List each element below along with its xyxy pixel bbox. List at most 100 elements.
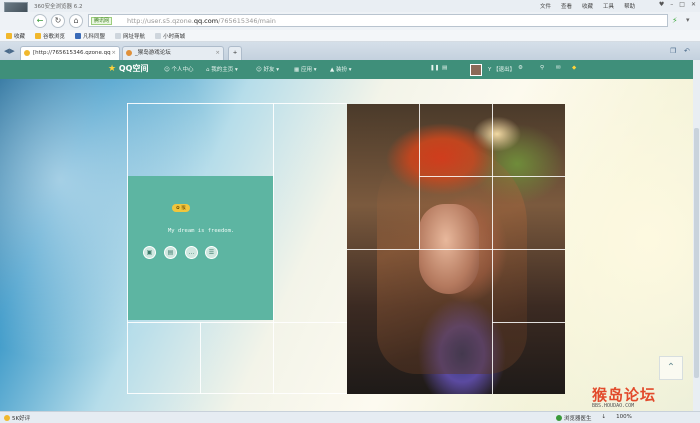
status-left-label: 5K好评 <box>12 416 31 422</box>
nav-label: 应用 <box>300 67 312 73</box>
settings-gear-icon[interactable]: ⚙ <box>518 65 523 71</box>
qzone-star-icon: ★ <box>108 64 117 74</box>
address-bar[interactable]: 腾讯网 http://user.s5.qzone.qq.com/76561534… <box>88 14 668 27</box>
window-list-icon[interactable]: ❐ <box>670 47 676 55</box>
home-icon: ⌂ <box>73 16 79 25</box>
close-button[interactable]: ✕ <box>691 1 696 8</box>
menu-help[interactable]: 帮助 <box>624 2 635 10</box>
close-tab-icon[interactable]: × <box>215 47 220 59</box>
mail-icon[interactable]: ✉ <box>556 65 561 71</box>
cover-photo[interactable] <box>347 104 565 394</box>
profile-icon[interactable]: ☰ <box>205 246 218 259</box>
photo-grid-line <box>419 176 565 177</box>
bookmark-item[interactable]: 谷歌浏览 <box>35 32 65 40</box>
back-button[interactable]: ← <box>33 14 47 28</box>
sidebar-toggle-icon[interactable]: ◀▶ <box>4 47 15 55</box>
browser-doctor[interactable]: 浏览器医生 <box>556 414 592 422</box>
refresh-button[interactable]: ↻ <box>51 14 65 28</box>
photo-grid-line <box>492 322 565 323</box>
bookmark-item[interactable]: 网址导航 <box>115 32 145 40</box>
bookmark-label: 凡科同盟 <box>83 33 106 40</box>
bookmark-item[interactable]: 凡科同盟 <box>75 32 105 40</box>
blog-icon[interactable]: ▤ <box>164 246 177 259</box>
menu-file[interactable]: 文件 <box>540 2 551 10</box>
star-icon <box>35 32 42 39</box>
scrollbar-thumb[interactable] <box>694 128 699 378</box>
equalizer-icon[interactable]: ▤ <box>442 65 447 71</box>
tab-houdao[interactable]: _猴岛游戏论坛 × <box>122 46 224 60</box>
status-right: 浏览器医生 ↓ 100% <box>556 414 632 422</box>
grid-line <box>200 322 201 394</box>
window-title: 360安全浏览器 6.2 <box>34 4 83 10</box>
nav-apps[interactable]: ▦ 应用 ▾ <box>294 65 316 73</box>
favorites-label: 收藏 <box>14 33 26 40</box>
user-logout[interactable]: Y 【退出】 <box>488 65 515 73</box>
nav-my-homepage[interactable]: ⌂ 我的主页 ▾ <box>206 65 238 73</box>
url-text[interactable]: http://user.s5.qzone.qq.com/765615346/ma… <box>127 17 276 25</box>
grid-line <box>127 322 347 323</box>
new-tab-button[interactable]: + <box>228 46 242 60</box>
search-icon[interactable]: ⚲ <box>540 65 544 71</box>
nav-label: 好友 <box>263 67 275 73</box>
dropdown-icon[interactable]: ▾ <box>686 16 690 24</box>
nav-label: 装扮 <box>335 67 347 73</box>
nav-friends[interactable]: ☺ 好友 ▾ <box>256 65 279 73</box>
star-icon <box>24 50 30 56</box>
url-suffix: /765615346/main <box>218 17 276 25</box>
favorites-menu[interactable]: 收藏 <box>6 32 25 40</box>
zoom-level[interactable]: 100% <box>616 414 632 422</box>
page-icon <box>115 32 122 39</box>
vertical-scrollbar[interactable] <box>693 60 700 411</box>
download-icon[interactable]: ↓ <box>602 414 607 422</box>
r-icon <box>75 32 82 39</box>
doctor-label: 浏览器医生 <box>564 416 592 422</box>
site-badge[interactable]: 腾讯网 <box>91 17 113 25</box>
bookmark-label: 小时商城 <box>163 33 186 40</box>
profile-panel: ✿ 猴 My dream is freedom. ▣ ▤ … ☰ <box>128 176 273 320</box>
forum-watermark: 猴岛论坛 BBS.HOUDAO.COM <box>592 384 696 409</box>
maximize-button[interactable]: □ <box>679 1 685 8</box>
nav-decorate[interactable]: ▲ 装扮 ▾ <box>330 65 352 73</box>
menu-view[interactable]: 查看 <box>561 2 572 10</box>
scroll-to-top-button[interactable]: ⌃ <box>659 356 683 380</box>
vip-diamond-icon[interactable]: ◆ <box>572 65 576 71</box>
status-left[interactable]: 5K好评 <box>4 414 30 422</box>
nav-label: 个人中心 <box>171 67 194 73</box>
menu-bar: 文件 查看 收藏 工具 帮助 <box>540 2 635 10</box>
favorites-bar: 收藏 谷歌浏览 凡科同盟 网址导航 小时商城 <box>0 30 700 42</box>
navigation-bar: ← ↻ ⌂ 腾讯网 http://user.s5.qzone.qq.com/76… <box>0 12 700 30</box>
status-bar: 5K好评 浏览器医生 ↓ 100% <box>0 411 700 423</box>
window-buttons: ♥ – □ ✕ <box>659 1 696 8</box>
refresh-icon: ↻ <box>54 16 62 25</box>
bookmark-item[interactable]: 小时商城 <box>155 32 185 40</box>
lightning-icon[interactable]: ⚡ <box>672 16 678 25</box>
plus-icon: + <box>232 50 238 56</box>
watermark-title: 猴岛论坛 <box>592 386 657 404</box>
doctor-icon <box>556 415 562 421</box>
level-badge[interactable]: ✿ 猴 <box>172 204 190 212</box>
message-icon[interactable]: … <box>185 246 198 259</box>
qzone-logo[interactable]: ★ QQ空间 <box>108 63 148 74</box>
qzone-logo-text: QQ空间 <box>118 64 149 73</box>
page-icon <box>155 32 162 39</box>
chevron-up-icon: ⌃ <box>666 362 676 373</box>
pause-music-icon[interactable]: ❚❚ <box>430 65 439 71</box>
minimize-button[interactable]: – <box>670 1 673 8</box>
menu-favorites[interactable]: 收藏 <box>582 2 593 10</box>
url-domain: qq.com <box>193 17 219 25</box>
skin-icon[interactable]: ♥ <box>659 1 664 8</box>
home-button[interactable]: ⌂ <box>69 14 83 28</box>
monkey-icon <box>126 50 132 56</box>
close-tab-icon[interactable]: × <box>111 47 116 59</box>
user-avatar[interactable] <box>470 64 482 76</box>
nav-personal-center[interactable]: ☺ 个人中心 <box>164 65 194 73</box>
photo-album-icon[interactable]: ▣ <box>143 246 156 259</box>
status-dot-icon <box>4 415 10 421</box>
page-content: ★ QQ空间 ☺ 个人中心 ⌂ 我的主页 ▾ ☺ 好友 ▾ ▦ 应用 ▾ ▲ 装… <box>0 60 700 411</box>
tab-qzone[interactable]: [http://765615346.qzone.qq × <box>20 46 120 60</box>
grid-line <box>273 103 274 394</box>
menu-tools[interactable]: 工具 <box>603 2 614 10</box>
title-bar: 360安全浏览器 6.2 文件 查看 收藏 工具 帮助 ♥ – □ ✕ <box>0 0 700 28</box>
star-icon <box>6 32 12 39</box>
undo-close-icon[interactable]: ↶ <box>684 47 690 55</box>
